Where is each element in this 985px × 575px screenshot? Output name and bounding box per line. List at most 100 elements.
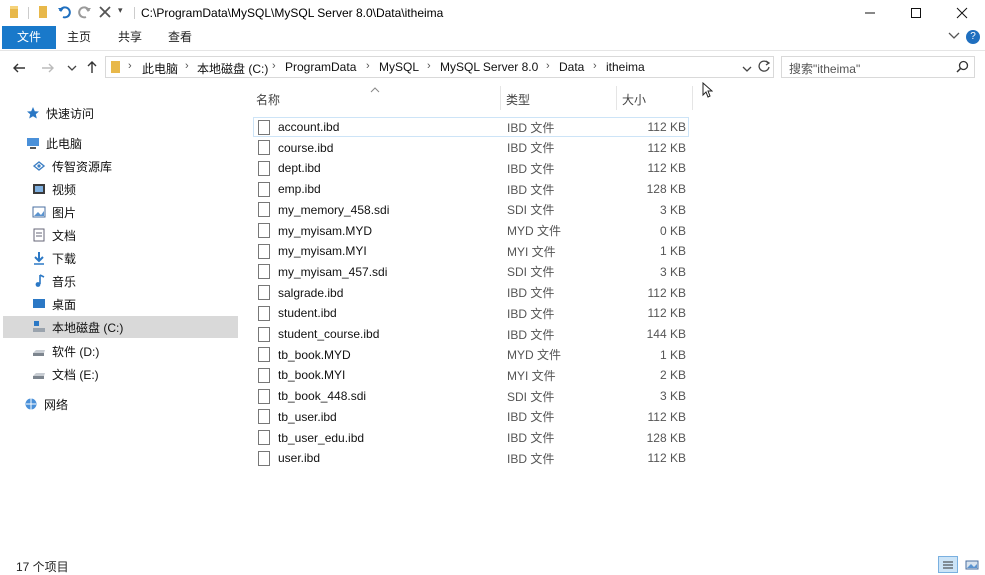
tab-home[interactable]: 主页	[57, 26, 101, 49]
file-row[interactable]: dept.ibd IBD 文件 112 KB	[258, 158, 688, 178]
desktop-icon	[32, 297, 46, 311]
file-row[interactable]: tb_user.ibd IBD 文件 112 KB	[258, 407, 688, 427]
details-view-icon	[943, 561, 953, 568]
file-type: IBD 文件	[507, 327, 555, 342]
nav-network[interactable]: 网络	[24, 393, 68, 415]
file-type: IBD 文件	[507, 431, 555, 445]
breadcrumb-this-pc[interactable]: 此电脑	[142, 60, 178, 77]
address-dropdown-icon[interactable]	[742, 62, 752, 76]
back-arrow-icon[interactable]	[11, 60, 27, 76]
maximize-button[interactable]	[893, 0, 939, 26]
nav-item-drive-c[interactable]: 本地磁盘 (C:)	[32, 316, 123, 338]
tab-share[interactable]: 共享	[108, 26, 152, 49]
redo-icon[interactable]	[78, 5, 92, 19]
breadcrumb-data[interactable]: Data	[559, 60, 584, 74]
column-header-name[interactable]: 名称	[256, 91, 280, 108]
breadcrumb-mysql-server[interactable]: MySQL Server 8.0	[440, 60, 538, 74]
file-name: student_course.ibd	[278, 327, 380, 341]
nav-item-downloads[interactable]: 下载	[32, 247, 76, 269]
column-divider[interactable]	[616, 86, 617, 110]
file-row[interactable]: tb_book.MYD MYD 文件 1 KB	[258, 345, 688, 365]
breadcrumb-separator[interactable]: ›	[593, 60, 597, 72]
nav-quick-access[interactable]: 快速访问	[26, 102, 94, 124]
nav-item-videos[interactable]: 视频	[32, 178, 76, 200]
file-row[interactable]: user.ibd IBD 文件 112 KB	[258, 448, 688, 468]
search-input[interactable]: 搜索"itheima"	[789, 60, 860, 77]
nav-item-pictures[interactable]: 图片	[32, 201, 76, 223]
delete-icon[interactable]	[98, 5, 112, 19]
mouse-cursor-icon	[702, 81, 714, 101]
file-name: account.ibd	[278, 120, 340, 134]
nav-item-desktop[interactable]: 桌面	[32, 293, 76, 315]
column-divider[interactable]	[500, 86, 501, 110]
column-header-size[interactable]: 大小	[622, 91, 646, 108]
file-row[interactable]: student_course.ibd IBD 文件 144 KB	[258, 324, 688, 344]
drive-icon	[32, 344, 46, 358]
file-type: IBD 文件	[507, 161, 555, 176]
sort-ascending-icon	[370, 82, 380, 96]
picture-icon	[32, 205, 46, 219]
file-row[interactable]: emp.ibd IBD 文件 128 KB	[258, 179, 688, 199]
nav-item-music[interactable]: 音乐	[32, 270, 76, 292]
close-icon	[956, 7, 968, 19]
tab-view[interactable]: 查看	[158, 26, 202, 49]
file-row[interactable]: account.ibd IBD 文件 112 KB	[258, 117, 688, 137]
file-row[interactable]: student.ibd IBD 文件 112 KB	[258, 303, 688, 323]
tab-file[interactable]: 文件	[2, 26, 56, 49]
file-row[interactable]: salgrade.ibd IBD 文件 112 KB	[258, 283, 688, 303]
breadcrumb-mysql[interactable]: MySQL	[379, 60, 419, 74]
search-icon[interactable]	[956, 60, 969, 76]
file-row[interactable]: my_memory_458.sdi SDI 文件 3 KB	[258, 200, 688, 220]
nav-label: 视频	[52, 182, 77, 197]
breadcrumb-itheima[interactable]: itheima	[606, 60, 645, 74]
forward-arrow-icon[interactable]	[40, 60, 56, 76]
column-divider[interactable]	[692, 86, 693, 110]
column-header-type[interactable]: 类型	[506, 91, 530, 108]
folder-quick-icon[interactable]	[36, 5, 50, 19]
breadcrumb-separator[interactable]: ›	[427, 60, 431, 72]
nav-item-documents[interactable]: 文档	[32, 224, 76, 246]
close-button[interactable]	[939, 0, 985, 26]
file-icon	[258, 181, 270, 197]
nav-label: 文档 (E:)	[52, 367, 99, 382]
nav-label: 网络	[44, 397, 69, 412]
minimize-button[interactable]	[847, 0, 893, 26]
file-size: 128 KB	[646, 430, 686, 445]
download-icon	[32, 251, 46, 265]
file-row[interactable]: my_myisam_457.sdi SDI 文件 3 KB	[258, 262, 688, 282]
large-icons-view-icon	[965, 560, 979, 569]
nav-item-drive-d[interactable]: 软件 (D:)	[32, 340, 99, 362]
undo-icon[interactable]	[57, 5, 71, 19]
file-row[interactable]: my_myisam.MYD MYD 文件 0 KB	[258, 221, 688, 241]
refresh-icon[interactable]	[758, 60, 771, 76]
breadcrumb-separator[interactable]: ›	[128, 60, 132, 72]
expand-ribbon-icon[interactable]	[948, 30, 960, 44]
file-row[interactable]: tb_user_edu.ibd IBD 文件 128 KB	[258, 428, 688, 448]
file-row[interactable]: tb_book.MYI MYI 文件 2 KB	[258, 365, 688, 385]
file-size: 144 KB	[646, 327, 686, 341]
file-type: IBD 文件	[507, 141, 555, 156]
breadcrumb-drive-c[interactable]: 本地磁盘 (C:)	[197, 60, 268, 77]
nav-item-drive-e[interactable]: 文档 (E:)	[32, 363, 99, 385]
breadcrumb-programdata[interactable]: ProgramData	[285, 60, 356, 74]
nav-item-library[interactable]: 传智资源库	[32, 155, 112, 177]
file-icon	[258, 450, 270, 466]
breadcrumb-separator[interactable]: ›	[272, 60, 276, 72]
up-arrow-icon[interactable]	[84, 59, 100, 75]
file-icon	[258, 119, 270, 135]
breadcrumb-separator[interactable]: ›	[546, 60, 550, 72]
file-icon	[258, 367, 270, 383]
recent-locations-icon[interactable]	[64, 60, 80, 76]
file-name: tb_book.MYI	[278, 368, 346, 383]
system-drive-icon	[32, 320, 46, 334]
file-row[interactable]: tb_book_448.sdi SDI 文件 3 KB	[258, 386, 688, 406]
details-view-button[interactable]	[938, 556, 958, 573]
large-icons-view-button[interactable]	[962, 556, 982, 573]
breadcrumb-separator[interactable]: ›	[185, 60, 189, 72]
file-row[interactable]: course.ibd IBD 文件 112 KB	[258, 138, 688, 158]
breadcrumb-separator[interactable]: ›	[366, 60, 370, 72]
file-row[interactable]: my_myisam.MYI MYI 文件 1 KB	[258, 241, 688, 261]
help-icon[interactable]: ?	[966, 30, 980, 44]
customize-quick-access-icon[interactable]: ▾	[118, 5, 123, 16]
nav-this-pc[interactable]: 此电脑	[26, 132, 82, 154]
